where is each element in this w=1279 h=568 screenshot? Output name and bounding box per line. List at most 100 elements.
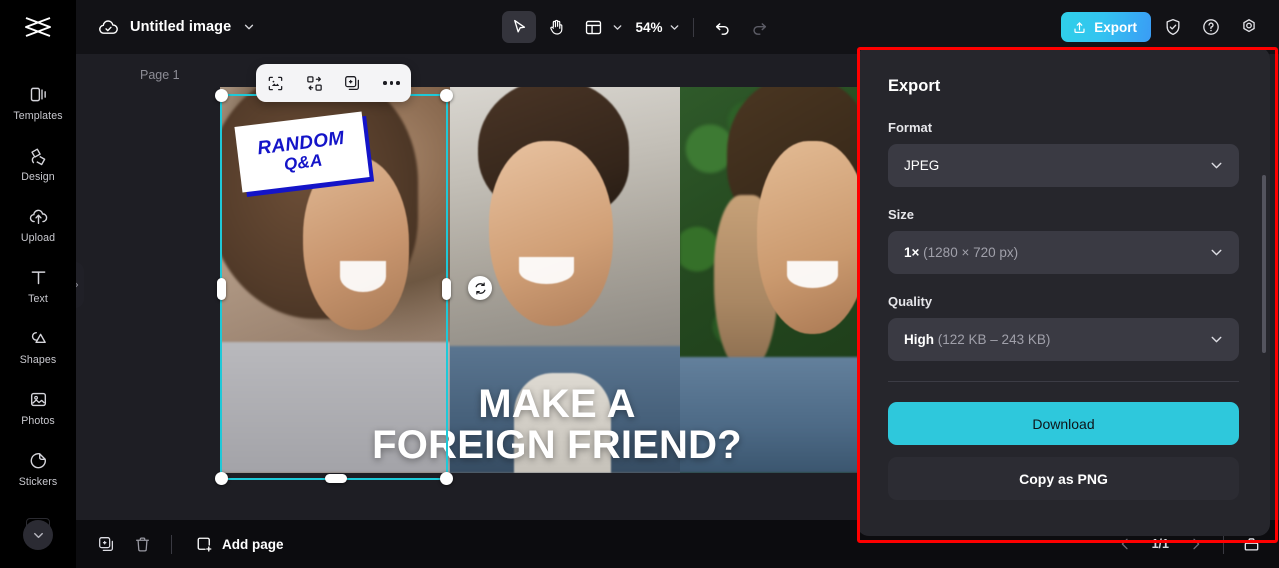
chevron-right-icon <box>1193 538 1200 550</box>
add-page-label: Add page <box>222 536 284 552</box>
hand-tool-button[interactable] <box>539 11 573 43</box>
photo-image-icon <box>30 392 46 406</box>
cutout-button[interactable] <box>260 68 290 98</box>
sidebar-item-label: Text <box>28 292 48 305</box>
duplicate-page-button[interactable] <box>90 528 122 560</box>
rotate-handle[interactable] <box>468 276 492 300</box>
sidebar-item-label: Templates <box>13 109 63 122</box>
undo-icon <box>715 22 729 35</box>
quality-label: Quality <box>888 294 933 309</box>
photo-detail <box>787 260 839 288</box>
sidebar-item-templates[interactable]: Templates <box>0 72 76 133</box>
cursor-arrow-icon <box>514 19 526 33</box>
size-value: 1× (1280 × 720 px) <box>904 245 1208 260</box>
add-page-button[interactable]: Add page <box>185 528 294 560</box>
zoom-level: 54% <box>635 19 663 35</box>
artboard[interactable]: RANDOM Q&A MAKE A FOREIGN FRIEND? <box>220 87 894 473</box>
headline-line-1: MAKE A <box>478 382 636 427</box>
rotate-icon <box>475 281 485 295</box>
shapes-icon <box>31 331 46 343</box>
toolbar-divider <box>692 17 694 37</box>
duplicate-button[interactable] <box>338 68 368 98</box>
format-value: JPEG <box>904 158 940 173</box>
delete-page-button[interactable] <box>126 528 158 560</box>
export-panel-scrollbar[interactable] <box>1262 175 1266 353</box>
select-tool-button[interactable] <box>502 11 537 43</box>
help-button[interactable] <box>1194 11 1227 44</box>
layout-tool-button[interactable] <box>576 11 610 43</box>
replace-button[interactable] <box>299 68 329 98</box>
bottom-bar-left: Add page <box>76 528 294 560</box>
hand-icon <box>550 19 563 35</box>
sidebar-item-shapes[interactable]: Shapes <box>0 316 76 377</box>
sidebar-item-stickers[interactable]: Stickers <box>0 438 76 499</box>
page-label: Page 1 <box>140 68 180 82</box>
chevron-down-icon <box>33 532 43 538</box>
format-label: Format <box>888 120 933 135</box>
sidebar-item-upload[interactable]: Upload <box>0 194 76 255</box>
resize-handle-bottom-left[interactable] <box>215 472 228 485</box>
resize-handle-bottom-right[interactable] <box>440 472 453 485</box>
quality-value-size: (122 KB – 243 KB) <box>937 332 1051 347</box>
sidebar-item-photos[interactable]: Photos <box>0 377 76 438</box>
page-count: 1/1 <box>1151 537 1169 551</box>
size-value-dimensions: (1280 × 720 px) <box>923 245 1019 260</box>
add-page-icon <box>197 537 212 552</box>
quality-value: High (122 KB – 243 KB) <box>904 332 1208 347</box>
trash-icon <box>135 537 149 551</box>
more-options-button[interactable] <box>377 68 407 98</box>
undo-button[interactable] <box>706 11 740 43</box>
layout-tool-group[interactable] <box>576 11 624 43</box>
text-t-icon <box>31 270 45 284</box>
format-select[interactable]: JPEG <box>888 144 1239 187</box>
question-circle-icon <box>1202 19 1219 35</box>
shield-button[interactable] <box>1156 11 1189 44</box>
capcut-editor-window: Untitled image 54% Export Templates Desi… <box>0 0 1279 568</box>
chevron-down-icon <box>1211 336 1222 343</box>
chevron-down-icon <box>1211 162 1222 169</box>
settings-gear-icon <box>1242 19 1255 33</box>
duplicate-page-icon <box>98 536 113 551</box>
redo-icon <box>753 22 767 35</box>
quality-select[interactable]: High (122 KB – 243 KB) <box>888 318 1239 361</box>
object-floating-toolbar <box>256 64 411 102</box>
sidebar-item-design[interactable]: Design <box>0 133 76 194</box>
chevron-left-icon <box>1121 538 1128 550</box>
artwork-headline[interactable]: MAKE A FOREIGN FRIEND? <box>220 384 894 466</box>
redo-button[interactable] <box>743 11 777 43</box>
sticker-icon <box>30 452 46 468</box>
layout-grid-icon <box>585 20 602 34</box>
copy-as-png-button[interactable]: Copy as PNG <box>888 457 1239 500</box>
top-bar-actions: Export <box>1061 0 1265 54</box>
size-value-multiplier: 1× <box>904 245 920 260</box>
export-panel-divider <box>888 381 1239 382</box>
resize-handle-bottom[interactable] <box>325 474 347 483</box>
document-title-group[interactable]: Untitled image <box>76 17 256 38</box>
sidebar-item-text[interactable]: Text <box>0 255 76 316</box>
sidebar-item-label: Design <box>21 170 55 183</box>
quality-value-level: High <box>904 332 934 347</box>
sidebar-item-label: Shapes <box>19 353 57 366</box>
export-button[interactable]: Export <box>1061 12 1151 42</box>
top-bar: Untitled image 54% Export <box>0 0 1279 54</box>
download-button[interactable]: Download <box>888 402 1239 445</box>
document-title: Untitled image <box>130 19 232 35</box>
size-select[interactable]: 1× (1280 × 720 px) <box>888 231 1239 274</box>
sidebar-item-label: Stickers <box>18 475 58 488</box>
upload-cloud-icon <box>29 209 47 224</box>
design-icon <box>30 148 45 165</box>
size-label: Size <box>888 207 915 222</box>
left-sidebar: Templates Design Upload Text Shapes Phot… <box>0 54 76 568</box>
capcut-logo-icon <box>25 17 51 37</box>
chevron-down-icon[interactable] <box>242 20 256 34</box>
sidebar-collapse-button[interactable] <box>23 520 53 550</box>
app-logo[interactable] <box>0 0 76 54</box>
chevron-down-icon[interactable] <box>668 21 681 34</box>
chevron-down-icon[interactable] <box>611 21 624 34</box>
settings-button[interactable] <box>1232 11 1265 44</box>
bottom-divider <box>171 534 172 554</box>
photo-detail <box>519 256 575 284</box>
zoom-control[interactable]: 54% <box>627 20 680 35</box>
chevron-down-icon <box>1211 249 1222 256</box>
photo-detail <box>339 260 386 292</box>
